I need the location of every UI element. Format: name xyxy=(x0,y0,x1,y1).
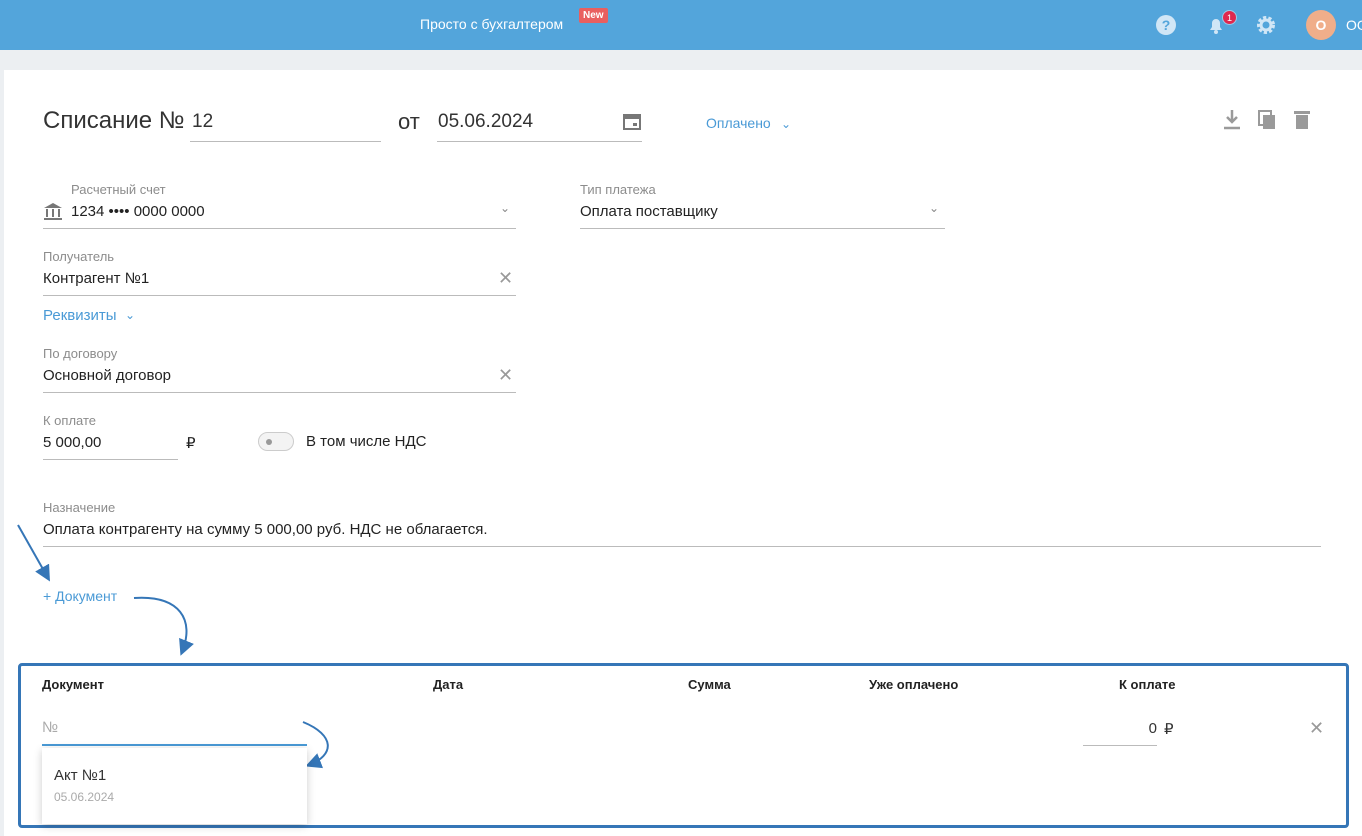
payment-type-label: Тип платежа xyxy=(580,182,656,197)
amount-input[interactable]: 5 000,00 xyxy=(43,434,101,451)
download-icon[interactable] xyxy=(1221,108,1243,130)
date-input[interactable]: 05.06.2024 xyxy=(438,111,533,133)
recipient-input[interactable]: Контрагент №1 xyxy=(43,270,149,287)
chevron-down-icon: ⌄ xyxy=(781,117,792,131)
col-document: Документ xyxy=(42,677,104,692)
col-paid: Уже оплачено xyxy=(869,677,959,692)
bank-icon xyxy=(44,203,62,220)
suggestion-title: Акт №1 xyxy=(54,767,107,784)
contract-label: По договору xyxy=(43,346,118,361)
chevron-down-icon: ⌄ xyxy=(500,201,511,215)
remove-row-icon[interactable]: ✕ xyxy=(1309,718,1324,739)
user-name[interactable]: ОО xyxy=(1346,17,1362,33)
notification-count: 1 xyxy=(1222,10,1237,25)
clear-contract-icon[interactable]: ✕ xyxy=(498,365,513,386)
suggestion-date: 05.06.2024 xyxy=(54,790,115,804)
chevron-down-icon: ⌄ xyxy=(125,308,136,322)
delete-icon[interactable] xyxy=(1291,108,1313,130)
status-dropdown[interactable]: Оплачено xyxy=(706,115,771,131)
col-date: Дата xyxy=(433,677,464,692)
from-label: от xyxy=(398,109,420,134)
svg-text:?: ? xyxy=(1162,17,1171,33)
recipient-label: Получатель xyxy=(43,249,115,264)
account-label: Расчетный счет xyxy=(71,182,166,197)
brand-link[interactable]: Просто с бухгалтером xyxy=(420,16,563,32)
vat-label: В том числе НДС xyxy=(306,433,427,450)
doc-number-input[interactable]: 12 xyxy=(192,111,213,133)
gear-icon[interactable] xyxy=(1255,14,1277,36)
currency-label: ₽ xyxy=(186,435,196,452)
requisites-toggle[interactable]: Реквизиты xyxy=(43,307,117,324)
chevron-down-icon: ⌄ xyxy=(929,201,940,215)
to-pay-currency: ₽ xyxy=(1164,721,1174,738)
new-badge: New xyxy=(579,8,608,23)
avatar[interactable]: О xyxy=(1306,10,1336,40)
purpose-input[interactable]: Оплата контрагенту на сумму 5 000,00 руб… xyxy=(43,521,488,538)
purpose-label: Назначение xyxy=(43,500,116,515)
clear-recipient-icon[interactable]: ✕ xyxy=(498,268,513,289)
calendar-icon[interactable] xyxy=(622,111,642,131)
copy-icon[interactable] xyxy=(1256,108,1278,130)
top-bar: Просто с бухгалтером New ? 1 О ОО xyxy=(0,0,1362,50)
payment-type-select[interactable]: Оплата поставщику xyxy=(580,203,718,220)
account-select[interactable]: 1234 •••• 0000 0000 xyxy=(71,203,205,220)
vat-toggle[interactable] xyxy=(258,432,294,451)
document-number-input[interactable]: № xyxy=(42,719,58,736)
to-pay-input[interactable]: 0 xyxy=(1083,720,1157,737)
amount-label: К оплате xyxy=(43,413,97,428)
page-title: Списание № xyxy=(43,107,185,134)
document-suggestion[interactable]: Акт №1 05.06.2024 xyxy=(42,748,307,824)
help-icon[interactable]: ? xyxy=(1155,14,1177,36)
add-document-button[interactable]: + Документ xyxy=(43,588,117,604)
col-sum: Сумма xyxy=(688,677,731,692)
col-to-pay: К оплате xyxy=(1119,677,1176,692)
contract-input[interactable]: Основной договор xyxy=(43,367,171,384)
